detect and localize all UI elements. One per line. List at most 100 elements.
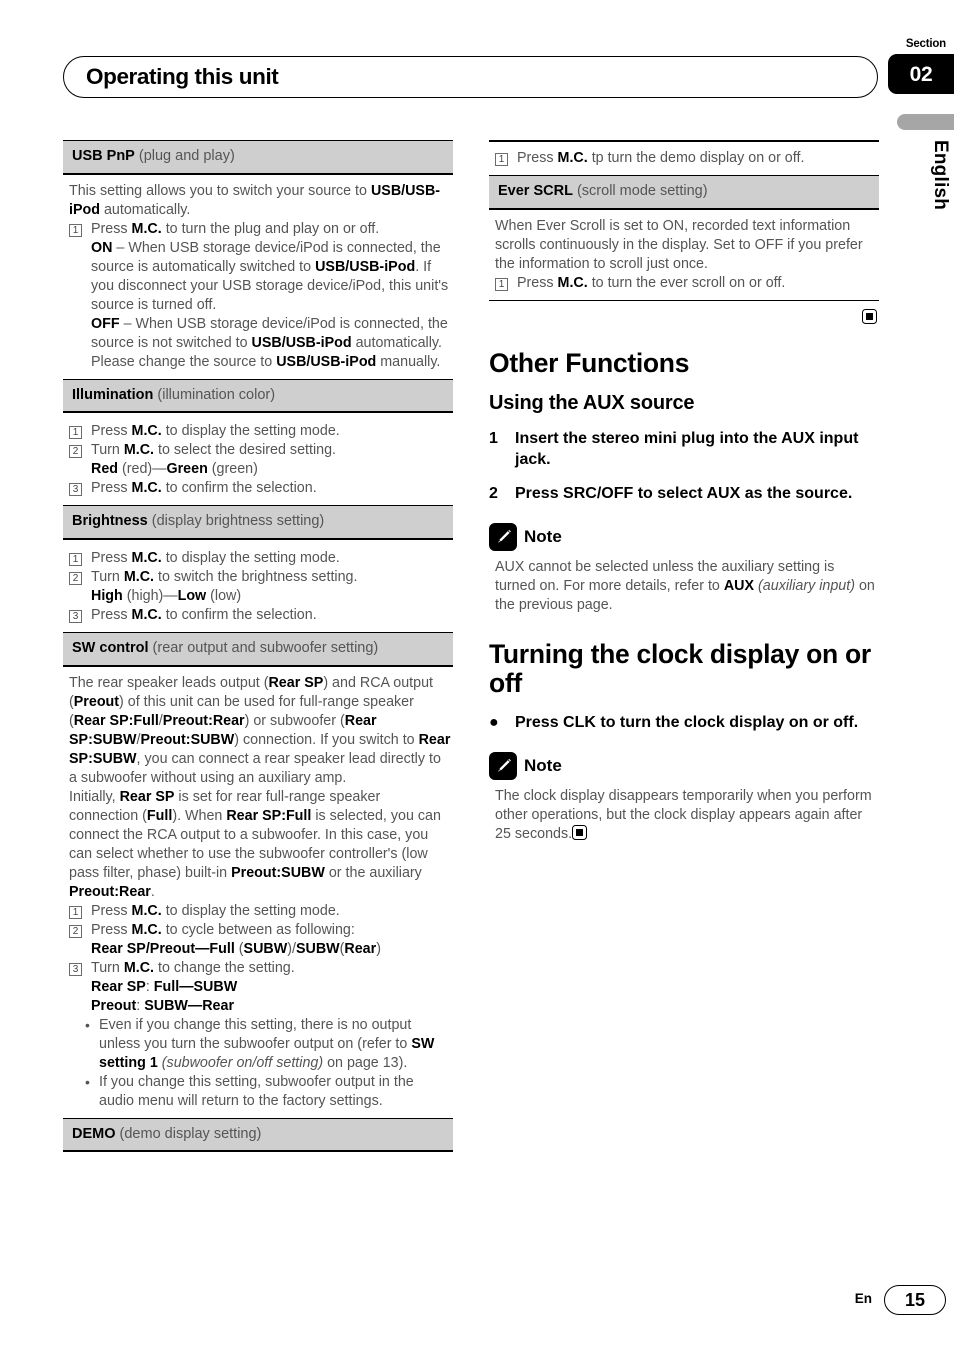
p2-06: Rear SP <box>226 807 282 824</box>
p1-01: The rear speaker leads output ( <box>69 674 269 691</box>
illumination-option-red-desc: (red)— <box>118 461 167 478</box>
aux-note-b: AUX <box>723 577 755 594</box>
aux-step-1: 1 Insert the stereo mini plug into the A… <box>489 429 879 470</box>
note-pencil-icon <box>489 522 517 551</box>
step-text-c: to switch the brightness setting. <box>154 569 358 586</box>
step-number: 1 <box>69 905 82 919</box>
illumination-options: Red (red)—Green (green) <box>69 460 451 479</box>
p2-13: or the auxiliary <box>324 864 422 881</box>
usb-pnp-intro-c: automatically. <box>99 201 191 218</box>
illumination-step-2: 2 Turn M.C. to select the desired settin… <box>69 441 451 460</box>
step-text-c: to turn the ever scroll on or off. <box>587 274 786 291</box>
p1-20: SUBW <box>190 731 235 748</box>
aux-step-1-number: 1 <box>489 430 498 448</box>
p2-16: Rear <box>119 883 151 900</box>
usb-pnp-intro-a: This setting allows you to switch your s… <box>69 182 371 199</box>
p1-24: SUBW <box>92 750 137 767</box>
p2-02: Rear SP <box>119 788 175 805</box>
bullet-glyph: • <box>85 1016 90 1033</box>
ever-scrl-step-1: 1 Press M.C. to turn the ever scroll on … <box>495 274 877 293</box>
cycle-opt-a: Rear SP/Preout—Full <box>91 940 235 957</box>
p2-12: SUBW <box>281 864 325 881</box>
sw-control-paragraph-2: Initially, Rear SP is set for rear full-… <box>69 788 451 902</box>
cycle-opt-e: SUBW <box>295 940 340 957</box>
page-footer: En 15 <box>0 1285 954 1315</box>
clock-bullet-text: Press CLK to turn the clock display on o… <box>515 714 859 732</box>
footer-page-number: 15 <box>904 1290 926 1310</box>
step-text-c: to confirm the selection. <box>161 480 317 497</box>
ever-scrl-paragraph: When Ever Scroll is set to ON, recorded … <box>495 217 863 272</box>
aux-note-header: Note <box>489 522 879 551</box>
step-text-a: Press <box>91 550 132 567</box>
clock-note-title: Note <box>524 756 562 776</box>
step-number: 1 <box>495 277 508 291</box>
sw-control-cycle-options: Rear SP/Preout—Full (SUBW)/SUBW(Rear) <box>69 940 451 959</box>
illumination-option-green-desc: (green) <box>207 461 258 478</box>
illumination-step-1: 1 Press M.C. to display the setting mode… <box>69 422 451 441</box>
language-tab-label: English <box>930 140 951 211</box>
step-text: Press M.C. to turn the ever scroll on or… <box>517 274 877 293</box>
end-of-section-icon <box>862 308 877 324</box>
step-number: 1 <box>69 553 82 567</box>
heading-other-functions: Other Functions <box>489 347 690 378</box>
illumination-option-red: Red <box>91 461 119 478</box>
step-text-b: M.C. <box>123 959 155 976</box>
aux-step-2-text: Press SRC/OFF to select AUX as the sourc… <box>515 485 853 503</box>
section-header-usb-pnp: USB PnP (plug and play) <box>63 140 453 175</box>
page-title-pill: Operating this unit <box>63 56 878 98</box>
illumination-step-3: 3 Press M.C. to confirm the selection. <box>69 479 451 498</box>
step-text-b: M.C. <box>123 569 155 586</box>
rearsp-label: Rear SP <box>91 978 146 995</box>
p2-01: Initially, <box>69 788 120 805</box>
heading-turning-clock-display: Turning the clock display on or off <box>489 638 871 699</box>
brightness-option-low: Low <box>177 588 207 605</box>
step-text-b: M.C. <box>131 550 162 567</box>
cycle-opt-h: ) <box>376 940 381 957</box>
clock-note-body: The clock display disappears temporarily… <box>489 780 879 851</box>
section-header-ever-scrl: Ever SCRL (scroll mode setting) <box>489 175 879 210</box>
preout-label: Preout <box>91 997 137 1014</box>
step-text-c: to display the setting mode. <box>161 423 340 440</box>
step-text-c: to display the setting mode. <box>161 550 340 567</box>
aux-step-2: 2 Press SRC/OFF to select AUX as the sou… <box>489 484 879 504</box>
usb-pnp-on-label: ON <box>91 239 113 256</box>
section-header-sw-control: SW control (rear output and subwoofer se… <box>63 632 453 667</box>
step-text: Turn M.C. to select the desired setting. <box>91 441 451 460</box>
step-text-a: Press <box>517 150 558 166</box>
usb-pnp-off-e: manually. <box>376 353 441 370</box>
section-label: Section <box>905 38 946 50</box>
p1-04: Preout <box>73 693 120 710</box>
p1-08: Full <box>133 712 159 729</box>
step-text-b: M.C. <box>131 220 162 237</box>
step-number: 1 <box>69 426 82 440</box>
brightness-step-1: 1 Press M.C. to display the setting mode… <box>69 549 451 568</box>
step-text: Press M.C. to confirm the selection. <box>91 479 451 498</box>
bullet-1-d: (subwoofer on/off setting) <box>161 1054 324 1071</box>
section-header-usb-pnp-rest: (plug and play) <box>134 148 235 164</box>
heading-using-aux-source: Using the AUX source <box>489 392 695 415</box>
usb-pnp-on-desc: ON – When USB storage device/iPod is con… <box>69 239 451 315</box>
p1-06: Rear SP <box>73 712 129 729</box>
page-title: Operating this unit <box>86 63 279 89</box>
aux-note-d: (auxiliary input) <box>758 577 855 594</box>
step-text-a: Turn <box>91 442 124 459</box>
step-number: 3 <box>69 483 82 497</box>
section-header-demo: DEMO (demo display setting) <box>63 1117 453 1153</box>
step-text-a: Press <box>517 274 558 291</box>
clock-note-text: The clock display disappears temporarily… <box>495 787 872 842</box>
step-text-c: tp turn the demo display on or off. <box>587 150 805 166</box>
clock-note-header: Note <box>489 751 879 780</box>
step-text-c: to change the setting. <box>154 959 295 976</box>
section-header-demo-bold: DEMO <box>72 1125 116 1142</box>
step-text-b: M.C. <box>131 921 162 938</box>
step-text: Turn M.C. to change the setting. <box>91 959 451 978</box>
bullet-1-a: Even if you change this setting, there i… <box>99 1016 412 1052</box>
section-header-ever-scrl-bold: Ever SCRL <box>498 183 573 199</box>
p1-02: Rear SP <box>268 674 324 691</box>
sw-control-preout-values: Preout: SUBW—Rear <box>69 997 451 1016</box>
illumination-body: 1 Press M.C. to display the setting mode… <box>63 413 453 505</box>
sw-control-rearsp-values: Rear SP: Full—SUBW <box>69 978 451 997</box>
step-text: Press M.C. to confirm the selection. <box>91 606 451 625</box>
sw-control-step-2: 2 Press M.C. to cycle between as followi… <box>69 921 451 940</box>
step-text-a: Press <box>91 921 132 938</box>
